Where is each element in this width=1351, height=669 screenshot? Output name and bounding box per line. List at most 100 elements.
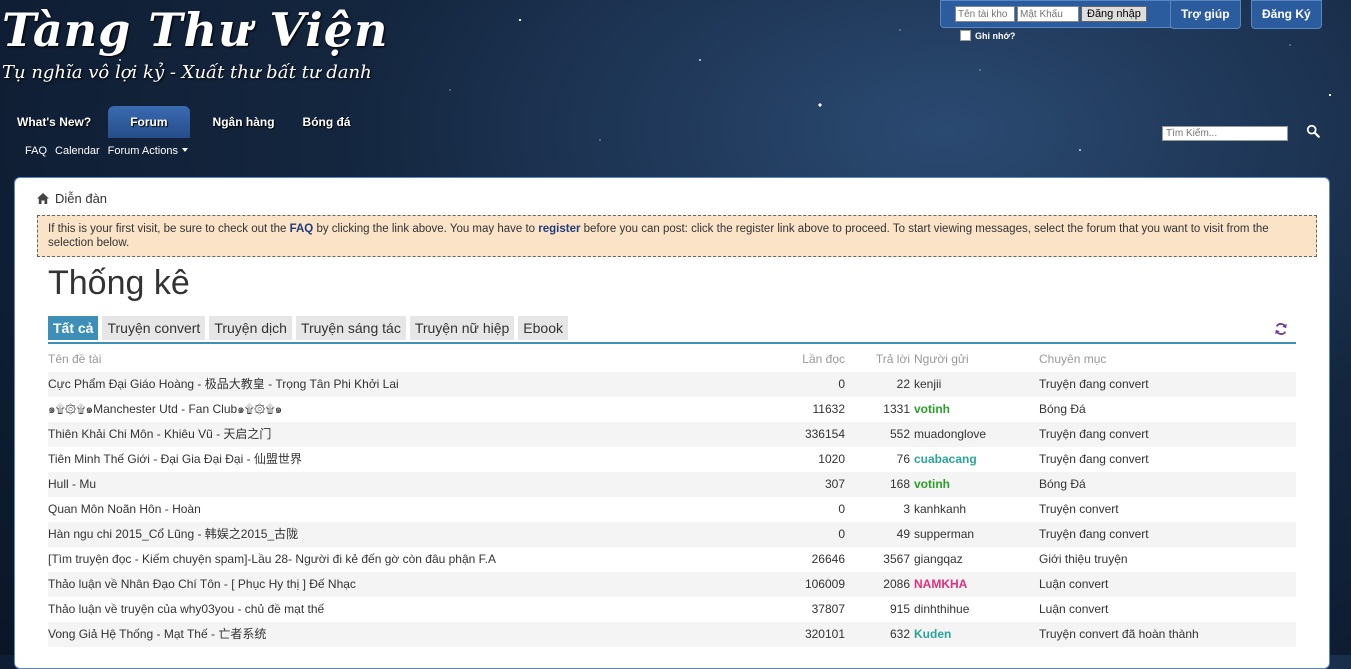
caret-down-icon	[181, 147, 188, 155]
breadcrumb-forum[interactable]: Diễn đàn	[55, 191, 107, 206]
page-title: Thống kê	[48, 264, 190, 302]
view-count: 11632	[812, 402, 845, 416]
category-link[interactable]: Luận convert	[1039, 572, 1108, 597]
poster-link[interactable]: NAMKHA	[914, 572, 967, 597]
thread-list: Cực Phẩm Đại Giáo Hoàng - 极品大教皇 - Trọng …	[48, 372, 1296, 647]
category-link[interactable]: Truyện đang convert	[1039, 372, 1149, 397]
category-link[interactable]: Truyện convert	[1039, 497, 1119, 522]
subnav-calendar[interactable]: Calendar	[55, 145, 100, 157]
table-row: Quan Môn Noãn Hôn - Hoàn 0 3 kanhkanh Tr…	[48, 497, 1296, 522]
thread-title-link[interactable]: [Tìm truyện đọc - Kiếm chuyện spam]-Lầu …	[48, 547, 496, 572]
reply-count: 2086	[883, 577, 910, 591]
header-user[interactable]: Người gửi	[914, 348, 969, 370]
notice-faq-link[interactable]: FAQ	[290, 223, 314, 235]
header-title[interactable]: Tên đề tài	[48, 348, 101, 370]
username-input[interactable]	[955, 6, 1015, 22]
tab-translated[interactable]: Truyện dịch	[209, 316, 292, 340]
help-button[interactable]: Trợ giúp	[1170, 0, 1241, 29]
thread-title-link[interactable]: Thảo luận về Nhân Đạo Chí Tôn - [ Phục H…	[48, 572, 356, 597]
nav-bank[interactable]: Ngân hàng	[196, 106, 286, 138]
refresh-icon[interactable]	[1274, 322, 1288, 336]
poster-link[interactable]: supperman	[914, 522, 974, 547]
login-form: Đăng nhập	[940, 0, 1178, 28]
thread-title-link[interactable]: Thảo luận về truyện của why03you - chủ đ…	[48, 597, 324, 622]
table-row: [Tìm truyện đọc - Kiếm chuyện spam]-Lầu …	[48, 547, 1296, 572]
poster-link[interactable]: kenjii	[914, 372, 941, 397]
nav-whats-new[interactable]: What's New?	[0, 106, 102, 138]
thread-title-link[interactable]: Vong Giả Hệ Thống - Mạt Thế - 亡者系统	[48, 622, 266, 647]
table-row: ๑۩۞۩๑Manchester Utd - Fan Club๑۩۞۩๑ 1163…	[48, 397, 1296, 422]
subnav-faq[interactable]: FAQ	[25, 145, 47, 157]
remember-me[interactable]: Ghi nhớ?	[960, 30, 1015, 41]
thread-title-link[interactable]: Tiên Minh Thế Giới - Đại Gia Đại Đại - 仙…	[48, 447, 302, 472]
table-row: Tiên Minh Thế Giới - Đại Gia Đại Đại - 仙…	[48, 447, 1296, 472]
category-link[interactable]: Luận convert	[1039, 597, 1108, 622]
notice-register-link[interactable]: register	[538, 223, 580, 235]
view-count: 336154	[804, 427, 845, 441]
poster-link[interactable]: Kuden	[914, 622, 951, 647]
category-link[interactable]: Truyện đang convert	[1039, 522, 1149, 547]
notice-text-2: by clicking the link above. You may have…	[313, 223, 539, 235]
tab-convert[interactable]: Truyện convert	[102, 316, 206, 340]
poster-link[interactable]: kanhkanh	[914, 497, 966, 522]
category-link[interactable]: Truyện đang convert	[1039, 447, 1149, 472]
poster-link[interactable]: dinhthihue	[914, 597, 969, 622]
view-count: 106009	[804, 577, 845, 591]
thread-title-link[interactable]: Hàn ngu chi 2015_Cổ Lũng - 韩娱之2015_古陇	[48, 522, 298, 547]
search-icon[interactable]	[1306, 124, 1320, 138]
breadcrumb: Diễn đàn	[37, 191, 107, 206]
view-count: 1020	[818, 452, 845, 466]
category-link[interactable]: Truyện đang convert	[1039, 422, 1149, 447]
category-link[interactable]: Truyện convert đã hoàn thành	[1039, 622, 1199, 647]
sub-nav: FAQ Calendar Forum Actions	[25, 145, 188, 157]
category-link[interactable]: Bóng Đá	[1039, 397, 1086, 422]
remember-label: Ghi nhớ?	[975, 30, 1016, 41]
nav-forum[interactable]: Forum	[108, 106, 190, 138]
thread-title-link[interactable]: ๑۩۞۩๑Manchester Utd - Fan Club๑۩۞۩๑	[48, 397, 282, 422]
content-panel: Diễn đàn If this is your first visit, be…	[14, 177, 1330, 669]
notice-text-1: If this is your first visit, be sure to …	[48, 223, 290, 235]
tab-original[interactable]: Truyện sáng tác	[295, 316, 406, 340]
poster-link[interactable]: votinh	[914, 472, 950, 497]
thread-title-link[interactable]: Thiên Khải Chi Môn - Khiêu Vũ - 天启之门	[48, 422, 271, 447]
poster-link[interactable]: cuabacang	[914, 447, 977, 472]
table-row: Vong Giả Hệ Thống - Mạt Thế - 亡者系统 32010…	[48, 622, 1296, 647]
register-button[interactable]: Đăng Ký	[1251, 0, 1322, 29]
reply-count: 552	[889, 427, 910, 441]
view-count: 26646	[811, 552, 845, 566]
search-input[interactable]	[1162, 126, 1288, 141]
password-input[interactable]	[1017, 6, 1079, 22]
view-count: 0	[838, 502, 845, 516]
category-link[interactable]: Bóng Đá	[1039, 472, 1086, 497]
thread-title-link[interactable]: Hull - Mu	[48, 472, 96, 497]
header-replies[interactable]: Trả lời	[876, 348, 910, 370]
subnav-forum-actions[interactable]: Forum Actions	[108, 145, 188, 157]
view-count: 37807	[811, 602, 845, 616]
category-tabs: Tất cả Truyện convert Truyện dịch Truyện…	[48, 315, 1296, 344]
forum-actions-label: Forum Actions	[107, 145, 178, 157]
reply-count: 1331	[883, 402, 910, 416]
search-box	[1162, 123, 1288, 141]
view-count: 320101	[804, 627, 845, 641]
first-visit-notice: If this is your first visit, be sure to …	[37, 215, 1317, 257]
table-row: Thảo luận về truyện của why03you - chủ đ…	[48, 597, 1296, 622]
view-count: 307	[824, 477, 845, 491]
thread-title-link[interactable]: Cực Phẩm Đại Giáo Hoàng - 极品大教皇 - Trọng …	[48, 372, 399, 397]
reply-count: 168	[889, 477, 910, 491]
poster-link[interactable]: giangqaz	[914, 547, 963, 572]
home-icon[interactable]	[37, 193, 49, 204]
tab-ebook[interactable]: Ebook	[518, 316, 568, 340]
thread-title-link[interactable]: Quan Môn Noãn Hôn - Hoàn	[48, 497, 201, 522]
category-link[interactable]: Giới thiệu truyện	[1039, 547, 1128, 572]
remember-checkbox[interactable]	[960, 30, 971, 41]
tab-heroine[interactable]: Truyện nữ hiệp	[409, 316, 515, 340]
nav-football[interactable]: Bóng đá	[286, 106, 362, 138]
poster-link[interactable]: muadonglove	[914, 422, 986, 447]
header-category[interactable]: Chuyên mục	[1039, 348, 1106, 370]
table-header: Tên đề tài Lần đọc Trả lời Người gửi Chu…	[48, 348, 1296, 370]
header-views[interactable]: Lần đọc	[802, 348, 845, 370]
tab-all[interactable]: Tất cả	[48, 316, 99, 340]
poster-link[interactable]: votinh	[914, 397, 950, 422]
login-button[interactable]: Đăng nhập	[1081, 6, 1147, 22]
site-logo[interactable]: Tàng Thư Viện Tụ nghĩa vô lợi kỷ - Xuất …	[2, 4, 388, 83]
